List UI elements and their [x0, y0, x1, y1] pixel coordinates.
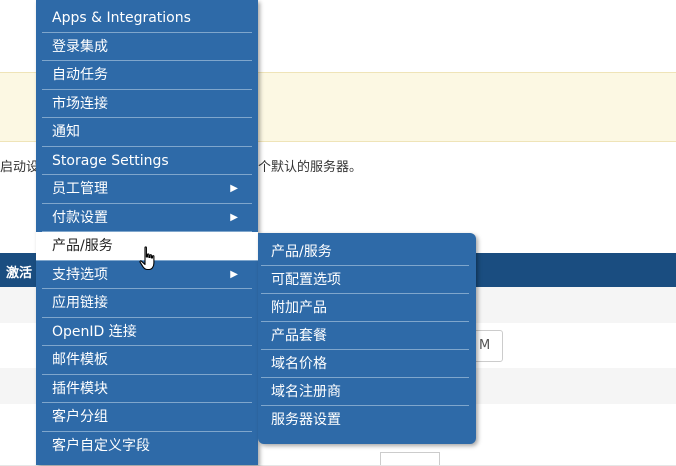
menu-item-notifications[interactable]: 通知 — [42, 118, 252, 147]
menu-item-label: 产品/服务 — [52, 238, 113, 254]
hand-pointer-icon — [139, 246, 155, 271]
menu-item-payment-settings[interactable]: 付款设置 ▶ — [42, 204, 252, 232]
submenu-item-label: 附加产品 — [271, 300, 327, 316]
submenu-item-label: 域名注册商 — [271, 384, 341, 400]
table-input-field-partial[interactable] — [380, 452, 440, 465]
menu-item-apps-integrations[interactable]: Apps & Integrations — [42, 4, 252, 33]
menu-item-label: 客户分组 — [52, 409, 108, 425]
menu-item-client-groups[interactable]: 客户分组 — [42, 403, 252, 432]
menu-item-label: 员工管理 — [52, 181, 108, 197]
submenu-item-label: 服务器设置 — [271, 412, 341, 428]
submenu-item-server-settings[interactable]: 服务器设置 — [261, 406, 469, 434]
submenu-item-label: 产品套餐 — [271, 328, 327, 344]
menu-item-label: 自动任务 — [52, 67, 108, 83]
submenu-item-product-addons[interactable]: 附加产品 — [261, 294, 469, 322]
submenu-item-product-bundles[interactable]: 产品套餐 — [261, 322, 469, 350]
submenu-item-domain-pricing[interactable]: 域名价格 — [261, 350, 469, 378]
page-description-start: 启动设 — [0, 160, 40, 175]
menu-item-label: 支持选项 — [52, 266, 108, 283]
menu-item-label: 客户自定义字段 — [52, 437, 150, 454]
setup-dropdown-menu: Apps & Integrations 登录集成 自动任务 市场连接 通知 St… — [36, 0, 258, 465]
menu-item-email-templates[interactable]: 邮件模板 — [42, 346, 252, 375]
menu-item-label: 应用链接 — [52, 295, 108, 311]
menu-item-label: 付款设置 — [52, 209, 108, 226]
menu-item-openid-connect[interactable]: OpenID 连接 — [42, 318, 252, 346]
menu-item-label: Storage Settings — [52, 152, 169, 169]
menu-item-label: 插件模块 — [52, 380, 108, 397]
menu-item-label: 市场连接 — [52, 95, 108, 112]
menu-item-application-links[interactable]: 应用链接 — [42, 289, 252, 318]
submenu-item-configurable-options[interactable]: 可配置选项 — [261, 266, 469, 294]
menu-item-custom-client-fields[interactable]: 客户自定义字段 — [42, 432, 252, 461]
menu-item-addon-modules[interactable]: 插件模块 — [42, 375, 252, 403]
products-services-submenu: 产品/服务 可配置选项 附加产品 产品套餐 域名价格 域名注册商 服务器设置 — [258, 233, 476, 444]
menu-item-login-integration[interactable]: 登录集成 — [42, 33, 252, 61]
chevron-right-icon: ▶ — [230, 268, 238, 280]
menu-item-label: 通知 — [52, 124, 80, 140]
chevron-right-icon: ▶ — [230, 211, 238, 223]
submenu-item-products-services[interactable]: 产品/服务 — [261, 238, 469, 266]
submenu-item-label: 产品/服务 — [271, 244, 332, 260]
menu-item-automation[interactable]: 自动任务 — [42, 61, 252, 90]
page-description-end: 个默认的服务器。 — [258, 160, 363, 175]
menu-item-label: 邮件模板 — [52, 352, 108, 368]
submenu-item-domain-registrars[interactable]: 域名注册商 — [261, 378, 469, 406]
chevron-right-icon: ▶ — [236, 240, 244, 251]
menu-item-staff-management[interactable]: 员工管理 ▶ — [42, 175, 252, 204]
menu-item-label: 登录集成 — [52, 38, 108, 55]
chevron-right-icon: ▶ — [230, 183, 238, 194]
submenu-item-label: 域名价格 — [271, 356, 327, 372]
menu-item-storage-settings[interactable]: Storage Settings — [42, 147, 252, 175]
table-header-label: 激活 — [6, 266, 33, 281]
menu-item-label: Apps & Integrations — [52, 10, 191, 26]
submenu-item-label: 可配置选项 — [271, 272, 341, 288]
menu-item-label: OpenID 连接 — [52, 323, 137, 340]
menu-item-marketplace[interactable]: 市场连接 — [42, 90, 252, 118]
